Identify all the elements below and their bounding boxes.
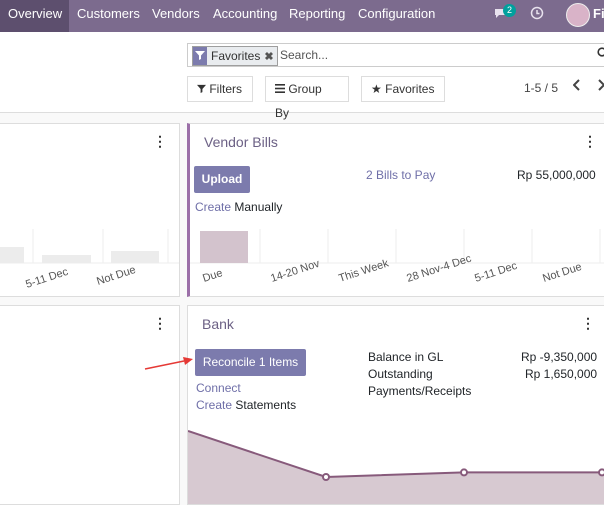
pager-previous-icon[interactable] (572, 78, 581, 94)
pager-next-icon[interactable] (597, 78, 604, 94)
chart-bar (111, 251, 159, 263)
bank-chart (188, 430, 604, 504)
chart-tick-label: 28 Nov-4 Dec (405, 253, 473, 285)
left-card-chart: 5-11 Dec Not Due (0, 229, 179, 291)
filters-button[interactable]: Filters (187, 76, 253, 102)
vendor-bills-card: Vendor Bills ⋮ Upload 2 Bills to Pay Rp … (187, 123, 604, 297)
list-icon (275, 82, 285, 96)
vendor-bills-chart: Due 14-20 Nov This Week 28 Nov-4 Dec 5-11 De… (190, 229, 604, 285)
nav-customers[interactable]: Customers (69, 0, 148, 32)
nav-overview[interactable]: Overview (0, 0, 69, 32)
chart-tick-label: 5-11 Dec (24, 266, 70, 291)
messages-badge: 2 (503, 4, 517, 17)
filters-label: Filters (209, 82, 243, 96)
search-bar[interactable]: Favorites ✖ (187, 43, 604, 67)
nav-reporting[interactable]: Reporting (281, 0, 353, 32)
search-icon[interactable] (597, 47, 604, 62)
left-journal-card-top: ⋮ 5-11 Dec Not Due (0, 123, 180, 297)
search-input[interactable] (280, 46, 590, 64)
facet-label: Favorites (211, 49, 261, 63)
chart-bar (0, 247, 24, 263)
filter-icon (197, 82, 206, 96)
top-navbar: Overview Customers Vendors Accounting Re… (0, 0, 604, 32)
group-by-button[interactable]: Group By (265, 76, 349, 120)
bank-card: Bank ⋮ Reconcile 1 Items Balance in GL R… (187, 305, 604, 505)
favorites-label: Favorites (385, 82, 435, 96)
user-avatar[interactable] (566, 3, 590, 27)
pager-value[interactable]: 1-5 / 5 (524, 81, 558, 95)
nav-accounting[interactable]: Accounting (205, 0, 285, 32)
card-menu-icon[interactable]: ⋮ (153, 315, 167, 332)
chart-point (598, 468, 604, 477)
nav-configuration[interactable]: Configuration (350, 0, 443, 32)
chart-tick-label: 5-11 Dec (473, 260, 519, 285)
favorites-button[interactable]: ★ Favorites (361, 76, 445, 102)
chart-bar (42, 255, 91, 263)
chart-area (188, 431, 604, 504)
control-panel: Favorites ✖ Filters Group By ★ Favorites… (0, 32, 604, 120)
facet-remove-icon[interactable]: ✖ (264, 50, 276, 63)
left-journal-card-bottom: ⋮ (0, 305, 180, 505)
search-facet: Favorites ✖ (192, 46, 278, 66)
chart-tick-label: Due (201, 267, 224, 285)
star-icon: ★ (371, 82, 382, 96)
chart-point (322, 473, 330, 481)
chart-point (460, 468, 468, 477)
user-name[interactable]: Fi (593, 0, 604, 28)
chart-bar (200, 231, 248, 263)
activity-clock-icon[interactable] (530, 6, 544, 23)
filter-funnel-icon (193, 47, 207, 65)
chart-tick-label: 14-20 Nov (269, 258, 321, 285)
chart-tick-label: This Week (337, 257, 390, 285)
nav-vendors[interactable]: Vendors (144, 0, 208, 32)
chart-tick-label: Not Due (95, 264, 137, 288)
chart-tick-label: Not Due (541, 261, 583, 285)
